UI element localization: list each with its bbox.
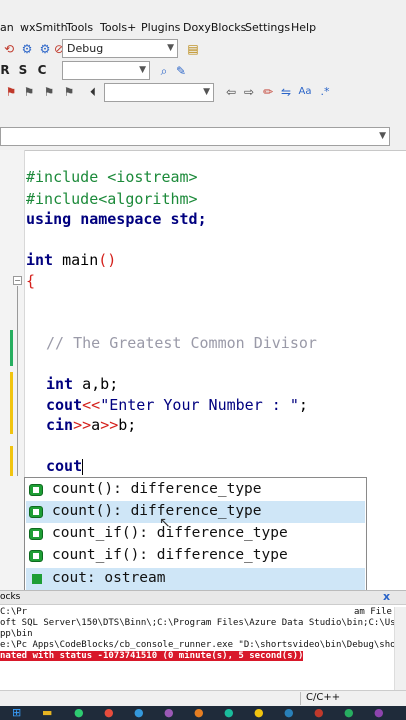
method-icon	[29, 550, 43, 562]
match-case-icon[interactable]: Aa	[296, 83, 314, 101]
status-divider	[300, 692, 301, 705]
autocomplete-item[interactable]: count(): difference_type	[26, 479, 365, 501]
menu-item-doxyblocks[interactable]: DoxyBlocks	[183, 21, 246, 34]
autocomplete-item[interactable]: count(): difference_type	[26, 501, 365, 523]
status-bar: C/C++	[0, 690, 406, 706]
autocomplete-item[interactable]: count_if(): difference_type	[26, 545, 365, 567]
app-icon[interactable]: ●	[164, 706, 174, 719]
chevron-down-icon: ▼	[203, 87, 210, 97]
search-s-button[interactable]: S	[14, 61, 32, 79]
build-target-select[interactable]: Debug ▼	[62, 39, 178, 58]
app-icon[interactable]: ●	[374, 706, 384, 719]
app-icon[interactable]: ●	[254, 706, 264, 719]
text-cursor	[82, 458, 84, 475]
code-cout: cout<<"Enter Your Number : ";	[46, 396, 308, 414]
zoom-icon[interactable]: ⌕	[155, 62, 173, 80]
app-icon[interactable]: ●	[134, 706, 144, 719]
method-icon	[29, 484, 43, 496]
close-icon[interactable]: x	[383, 590, 390, 603]
autocomplete-item[interactable]: count_if(): difference_type	[26, 523, 365, 545]
status-language: C/C++	[306, 692, 341, 703]
code-line-1: #include <iostream>	[26, 168, 198, 186]
mouse-pointer-icon: ↖	[159, 515, 171, 531]
log-line: C:\Pr	[0, 607, 28, 617]
logs-tabbar: ocks x	[0, 590, 406, 605]
changebar-modified-2	[10, 446, 13, 476]
mark-icon[interactable]: ⇋	[277, 83, 295, 101]
editor-gutter	[0, 150, 24, 590]
log-line: pp\bin	[0, 629, 33, 639]
code-comment: // The Greatest Common Divisor	[46, 334, 317, 352]
chevron-down-icon: ▼	[379, 131, 386, 141]
log-line-error: nated with status -1073741510 (0 minute(…	[0, 651, 304, 661]
prev-bookmark-icon[interactable]: ⚑	[20, 83, 38, 101]
variable-icon	[32, 574, 42, 584]
chevron-down-icon: ▼	[139, 65, 146, 75]
logs-tab[interactable]: ocks	[0, 592, 20, 602]
highlight-icon[interactable]: ✏	[259, 83, 277, 101]
run-icon[interactable]: ⚙	[18, 40, 36, 58]
regex-icon[interactable]: .*	[316, 83, 334, 101]
log-line-right: am File	[354, 607, 392, 617]
toolbar-debug: ⚑ ⚑ ⚑ ⚑ ⏴ ▼ ⇦ ⇨ ✏ ⇋ Aa .*	[0, 82, 406, 104]
codeblocks-window: an wxSmith Tools Tools+ Plugins DoxyBloc…	[0, 0, 406, 720]
os-taskbar: ⊞ ▬ ● ● ● ● ● ● ● ● ● ● ●	[0, 706, 406, 720]
fold-line	[17, 286, 18, 476]
method-icon	[29, 528, 43, 540]
symbol-combo[interactable]: ▼	[104, 83, 214, 102]
fold-collapse-icon[interactable]: −	[13, 276, 22, 285]
menu-item-plan[interactable]: an	[0, 21, 14, 34]
app-icon[interactable]: ●	[74, 706, 84, 719]
rebuild-icon[interactable]: ⟲	[0, 40, 18, 58]
target-options-icon[interactable]: ▤	[184, 40, 202, 58]
search-combo[interactable]: ▼	[62, 61, 150, 80]
forward-arrow-icon[interactable]: ⇨	[240, 83, 258, 101]
changebar-saved	[10, 330, 13, 366]
menu-item-wxsmith[interactable]: wxSmith	[20, 21, 68, 34]
app-icon[interactable]: ●	[224, 706, 234, 719]
app-icon[interactable]: ●	[104, 706, 114, 719]
menu-item-settings[interactable]: Settings	[245, 21, 290, 34]
menu-item-tools[interactable]: Tools	[66, 21, 93, 34]
code-line-5: {	[26, 272, 36, 290]
log-line: oft SQL Server\150\DTS\Binn\;C:\Program …	[0, 618, 406, 628]
menu-bar: an wxSmith Tools Tools+ Plugins DoxyBloc…	[0, 20, 406, 38]
folder-icon[interactable]: ▬	[42, 706, 52, 719]
next-bookmark-icon[interactable]: ⚑	[40, 83, 58, 101]
app-icon[interactable]: ●	[314, 706, 324, 719]
autocomplete-popup: count(): difference_type count(): differ…	[24, 477, 367, 592]
wrench-icon[interactable]: ✎	[172, 62, 190, 80]
bookmark-icon[interactable]: ⚑	[2, 83, 20, 101]
app-icon[interactable]: ●	[194, 706, 204, 719]
code-decl: int a,b;	[46, 375, 119, 393]
log-line: e:\Pc Apps\CodeBlocks/cb_console_runner.…	[0, 640, 396, 650]
menu-item-plugins[interactable]: Plugins	[141, 21, 180, 34]
menu-item-tools-plus[interactable]: Tools+	[100, 21, 136, 34]
clear-bookmark-icon[interactable]: ⚑	[60, 83, 78, 101]
toolbar-search: R S C ▼ ⌕ ✎	[0, 60, 406, 82]
autocomplete-item[interactable]: cout: ostream	[26, 568, 365, 590]
scope-select[interactable]: ▼	[0, 127, 390, 146]
code-line-3: using namespace std;	[26, 210, 207, 228]
code-line-2: #include<algorithm>	[26, 190, 198, 208]
app-icon[interactable]: ●	[344, 706, 354, 719]
chevron-down-icon: ▼	[167, 43, 174, 53]
app-icon[interactable]: ●	[284, 706, 294, 719]
build-target-value: Debug	[67, 42, 104, 55]
log-scrollbar[interactable]	[394, 607, 406, 691]
code-typing: cout	[46, 457, 84, 475]
changebar-modified	[10, 372, 13, 434]
back-arrow-icon[interactable]: ⇦	[222, 83, 240, 101]
search-c-button[interactable]: C	[33, 61, 51, 79]
scope-bar: ▼	[0, 126, 406, 148]
code-cin: cin>>a>>b;	[46, 416, 137, 434]
method-icon	[29, 506, 43, 518]
search-r-button[interactable]: R	[0, 61, 14, 79]
windows-start-icon[interactable]: ⊞	[12, 706, 21, 719]
menu-item-help[interactable]: Help	[291, 21, 316, 34]
jump-icon[interactable]: ⏴	[84, 83, 102, 101]
logs-panel: ocks x C:\Pr am File oft SQL Server\150\…	[0, 590, 406, 691]
toolbar-build: ⟲ ⚙ ⚙ ⊘ Debug ▼ ▤	[0, 38, 406, 60]
code-line-4: int main()	[26, 251, 117, 269]
